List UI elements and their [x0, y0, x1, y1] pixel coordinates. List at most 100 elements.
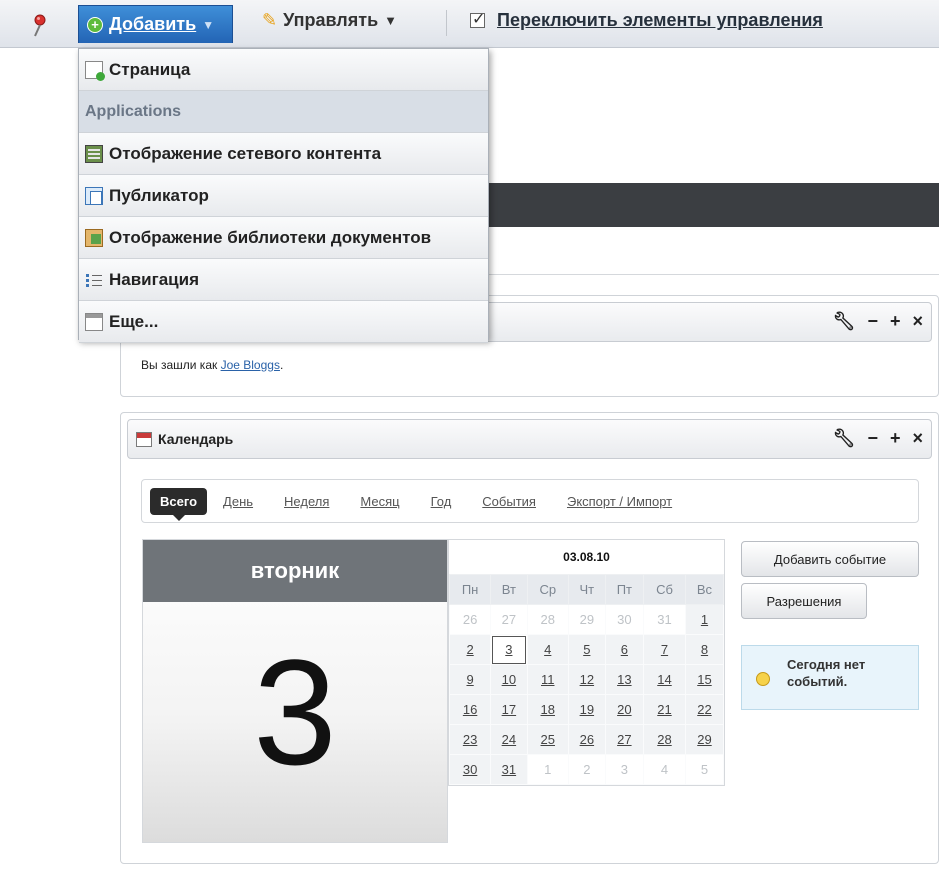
tab-day[interactable]: День [223, 494, 253, 509]
add-menu-button[interactable]: + Добавить ▼ [78, 5, 233, 43]
calendar-day[interactable]: 15 [684, 664, 725, 695]
add-dropdown-menu: Страница Applications Отображение сетевого… [78, 48, 489, 343]
wrench-icon[interactable]: 🔧︎ [833, 428, 856, 449]
calendar-day[interactable]: 18 [526, 694, 569, 725]
other-month-day: 31 [643, 604, 686, 635]
tab-events[interactable]: События [482, 494, 536, 509]
menu-item[interactable]: Публикатор [79, 175, 488, 217]
web-content-icon [85, 144, 103, 163]
calendar-title: Календарь [158, 431, 234, 447]
user-link[interactable]: Joe Bloggs [221, 358, 280, 372]
calendar-day[interactable]: 10 [490, 664, 528, 695]
minimize-icon[interactable]: − [867, 311, 878, 332]
toggle-controls-button[interactable]: Переключить элементы управления [470, 9, 823, 31]
close-icon[interactable]: × [912, 311, 923, 332]
other-month-day: 5 [684, 754, 725, 785]
month-header: 03.08.10 [563, 550, 610, 564]
calendar-day[interactable]: 21 [643, 694, 686, 725]
minimize-icon[interactable]: − [867, 428, 878, 449]
menu-item[interactable]: Страница [79, 49, 488, 91]
maximize-icon[interactable]: + [890, 428, 901, 449]
menu-item-label: Навигация [109, 269, 199, 289]
calendar-day[interactable]: 2 [448, 634, 492, 665]
portlet-title: Календарь [128, 431, 233, 447]
other-month-day: 1 [526, 754, 569, 785]
add-event-button[interactable]: Добавить событие [741, 541, 919, 577]
weekday-header: Сб [643, 574, 686, 605]
weekday-header: Пн [448, 574, 492, 605]
other-month-day: 3 [604, 754, 645, 785]
calendar-day[interactable]: 8 [684, 634, 725, 665]
navigation-icon [85, 271, 103, 289]
calendar-day[interactable]: 24 [490, 724, 528, 755]
page-add-icon [85, 60, 105, 81]
calendar-day[interactable]: 31 [490, 754, 528, 785]
menu-item-label: Страница [109, 59, 191, 79]
tab-export-import[interactable]: Экспорт / Импорт [567, 494, 672, 509]
day-number: 3 [253, 628, 337, 796]
calendar-day[interactable]: 19 [567, 694, 606, 725]
calendar-day[interactable]: 1 [684, 604, 725, 635]
weekday-header: Ср [526, 574, 569, 605]
calendar-day[interactable]: 22 [684, 694, 725, 725]
calendar-day[interactable]: 11 [526, 664, 569, 695]
calendar-day[interactable]: 3 [490, 634, 528, 665]
weekday-header: Чт [567, 574, 606, 605]
menu-item[interactable]: Отображение библиотеки документов [79, 217, 488, 259]
no-events-text: Сегодня нет событий. [787, 657, 866, 689]
calendar-day[interactable]: 9 [448, 664, 492, 695]
chevron-down-icon: ▼ [202, 17, 215, 32]
calendar-day[interactable]: 23 [448, 724, 492, 755]
tab-all[interactable]: Всего [150, 487, 208, 521]
calendar-day[interactable]: 26 [567, 724, 606, 755]
add-label: Добавить [109, 14, 197, 34]
toggle-controls-label: Переключить элементы управления [497, 10, 823, 30]
calendar-day[interactable]: 4 [526, 634, 569, 665]
calendar-day[interactable]: 14 [643, 664, 686, 695]
wrench-icon[interactable]: 🔧︎ [833, 311, 856, 332]
calendar-day[interactable]: 7 [643, 634, 686, 665]
calendar-day[interactable]: 16 [448, 694, 492, 725]
calendar-day[interactable]: 17 [490, 694, 528, 725]
manage-menu-button[interactable]: ✎ Управлять ▼ [262, 10, 397, 31]
more-icon [85, 312, 103, 331]
calendar-day[interactable]: 29 [684, 724, 725, 755]
no-events-message: Сегодня нет событий. [741, 645, 919, 710]
calendar-day[interactable]: 6 [604, 634, 645, 665]
menu-item-label: Applications [85, 102, 182, 120]
other-month-day: 27 [490, 604, 528, 635]
plus-icon: + [87, 16, 103, 33]
calendar-tabs: Всего День Неделя Месяц Год События Эксп… [141, 479, 919, 523]
calendar-portlet: Календарь 🔧︎ − + × Всего День Неделя Мес… [120, 412, 939, 864]
tab-year[interactable]: Год [431, 494, 452, 509]
other-month-day: 30 [604, 604, 645, 635]
other-month-day: 28 [526, 604, 569, 635]
calendar-day[interactable]: 12 [567, 664, 606, 695]
maximize-icon[interactable]: + [890, 311, 901, 332]
close-icon[interactable]: × [912, 428, 923, 449]
tab-week[interactable]: Неделя [284, 494, 329, 509]
login-status: Вы зашли как Joe Bloggs. [141, 358, 283, 372]
publisher-icon [85, 186, 103, 205]
menu-item[interactable]: Навигация [79, 259, 488, 301]
calendar-day[interactable]: 20 [604, 694, 645, 725]
calendar-day[interactable]: 28 [643, 724, 686, 755]
portlet-tools: 🔧︎ − + × [833, 311, 923, 332]
permissions-button[interactable]: Разрешения [741, 583, 867, 619]
weekday-header: Вс [684, 574, 725, 605]
calendar-day[interactable]: 30 [448, 754, 492, 785]
menu-item[interactable]: Отображение сетевого контента [79, 133, 488, 175]
calendar-day[interactable]: 13 [604, 664, 645, 695]
toolbar-divider [446, 10, 447, 36]
mini-calendar: 03.08.10 Пн Вт Ср Чт Пт Сб Вс 26 27 28 29 30 31 1 2 3 4… [448, 539, 725, 786]
menu-item-label: Отображение сетевого контента [109, 143, 382, 163]
calendar-day[interactable]: 25 [526, 724, 569, 755]
pin-icon[interactable] [28, 13, 52, 39]
dockbar: + Добавить ▼ ✎ Управлять ▼ Переключить э… [0, 0, 939, 48]
menu-item[interactable]: Еще... [79, 301, 488, 343]
calendar-day[interactable]: 27 [604, 724, 645, 755]
day-panel: вторник 3 [142, 539, 448, 843]
lightbulb-icon [756, 672, 770, 686]
calendar-day[interactable]: 5 [567, 634, 606, 665]
tab-month[interactable]: Месяц [360, 494, 399, 509]
